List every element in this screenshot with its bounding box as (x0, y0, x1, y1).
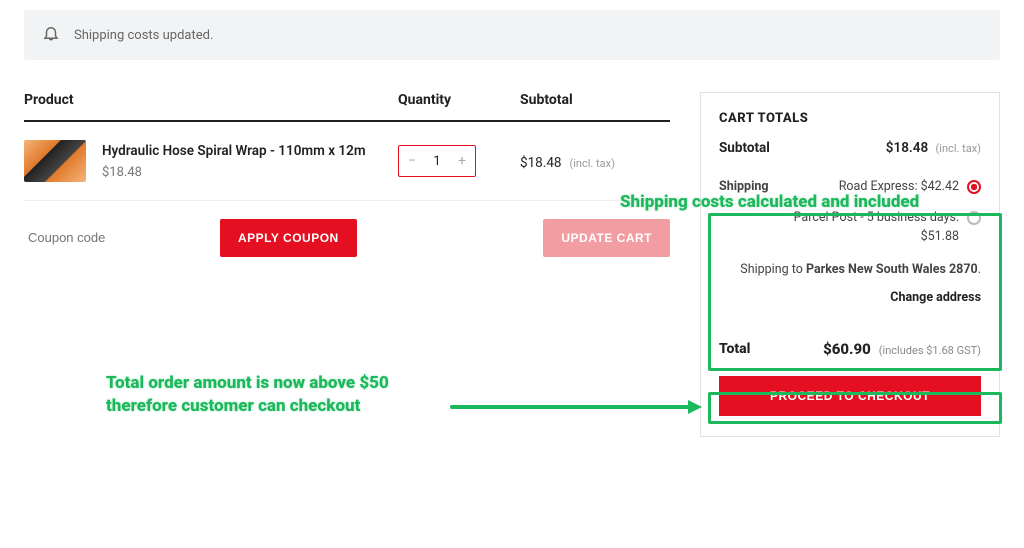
qty-value[interactable]: 1 (422, 154, 452, 169)
cart-totals-panel: CART TOTALS Subtotal $18.48 (incl. tax) … (700, 92, 1000, 437)
product-thumbnail[interactable] (24, 140, 86, 182)
update-cart-button[interactable]: UPDATE CART (543, 219, 670, 257)
header-subtotal: Subtotal (520, 92, 670, 108)
notice-text: Shipping costs updated. (74, 28, 213, 43)
qty-increment[interactable]: + (452, 153, 472, 169)
shipping-option-2-label: Parcel Post - 5 business days: $51.88 (789, 209, 959, 247)
row-subtotal: $18.48 (520, 155, 562, 171)
shipping-option-2-radio[interactable] (967, 211, 981, 225)
product-name[interactable]: Hydraulic Hose Spiral Wrap - 110mm x 12m (102, 143, 370, 159)
product-price: $18.48 (102, 165, 370, 180)
subtotal-value: $18.48 (886, 140, 928, 156)
shipping-to: Shipping to Parkes New South Wales 2870. (719, 260, 981, 280)
proceed-to-checkout-button[interactable]: PROCEED TO CHECKOUT (719, 376, 981, 416)
total-line: Total $60.90 (includes $1.68 GST) (719, 329, 981, 370)
notice-bar: Shipping costs updated. (24, 10, 1000, 60)
shipping-block: Shipping Road Express: $42.42 Parcel Pos… (719, 170, 981, 311)
cart-totals-title: CART TOTALS (719, 111, 981, 126)
header-quantity: Quantity (370, 92, 520, 108)
subtotal-tax-note: (incl. tax) (936, 142, 981, 155)
total-gst-note: (includes $1.68 GST) (879, 344, 981, 357)
qty-decrement[interactable]: − (402, 153, 422, 169)
bell-icon (42, 24, 60, 46)
shipping-option-1-label: Road Express: $42.42 (839, 178, 959, 197)
subtotal-label: Subtotal (719, 140, 770, 156)
apply-coupon-button[interactable]: APPLY COUPON (220, 219, 357, 257)
coupon-input[interactable] (24, 220, 208, 256)
total-label: Total (719, 341, 750, 357)
change-address-link[interactable]: Change address (719, 290, 981, 305)
row-tax-note: (incl. tax) (569, 157, 614, 170)
header-product: Product (24, 92, 370, 108)
shipping-label: Shipping (719, 178, 831, 197)
cart-row: Hydraulic Hose Spiral Wrap - 110mm x 12m… (24, 122, 670, 201)
cart-table: Product Quantity Subtotal Hydraulic Hose… (24, 92, 670, 257)
quantity-stepper: − 1 + (398, 145, 476, 177)
total-value: $60.90 (823, 340, 871, 358)
shipping-option-1-radio[interactable] (967, 180, 981, 194)
